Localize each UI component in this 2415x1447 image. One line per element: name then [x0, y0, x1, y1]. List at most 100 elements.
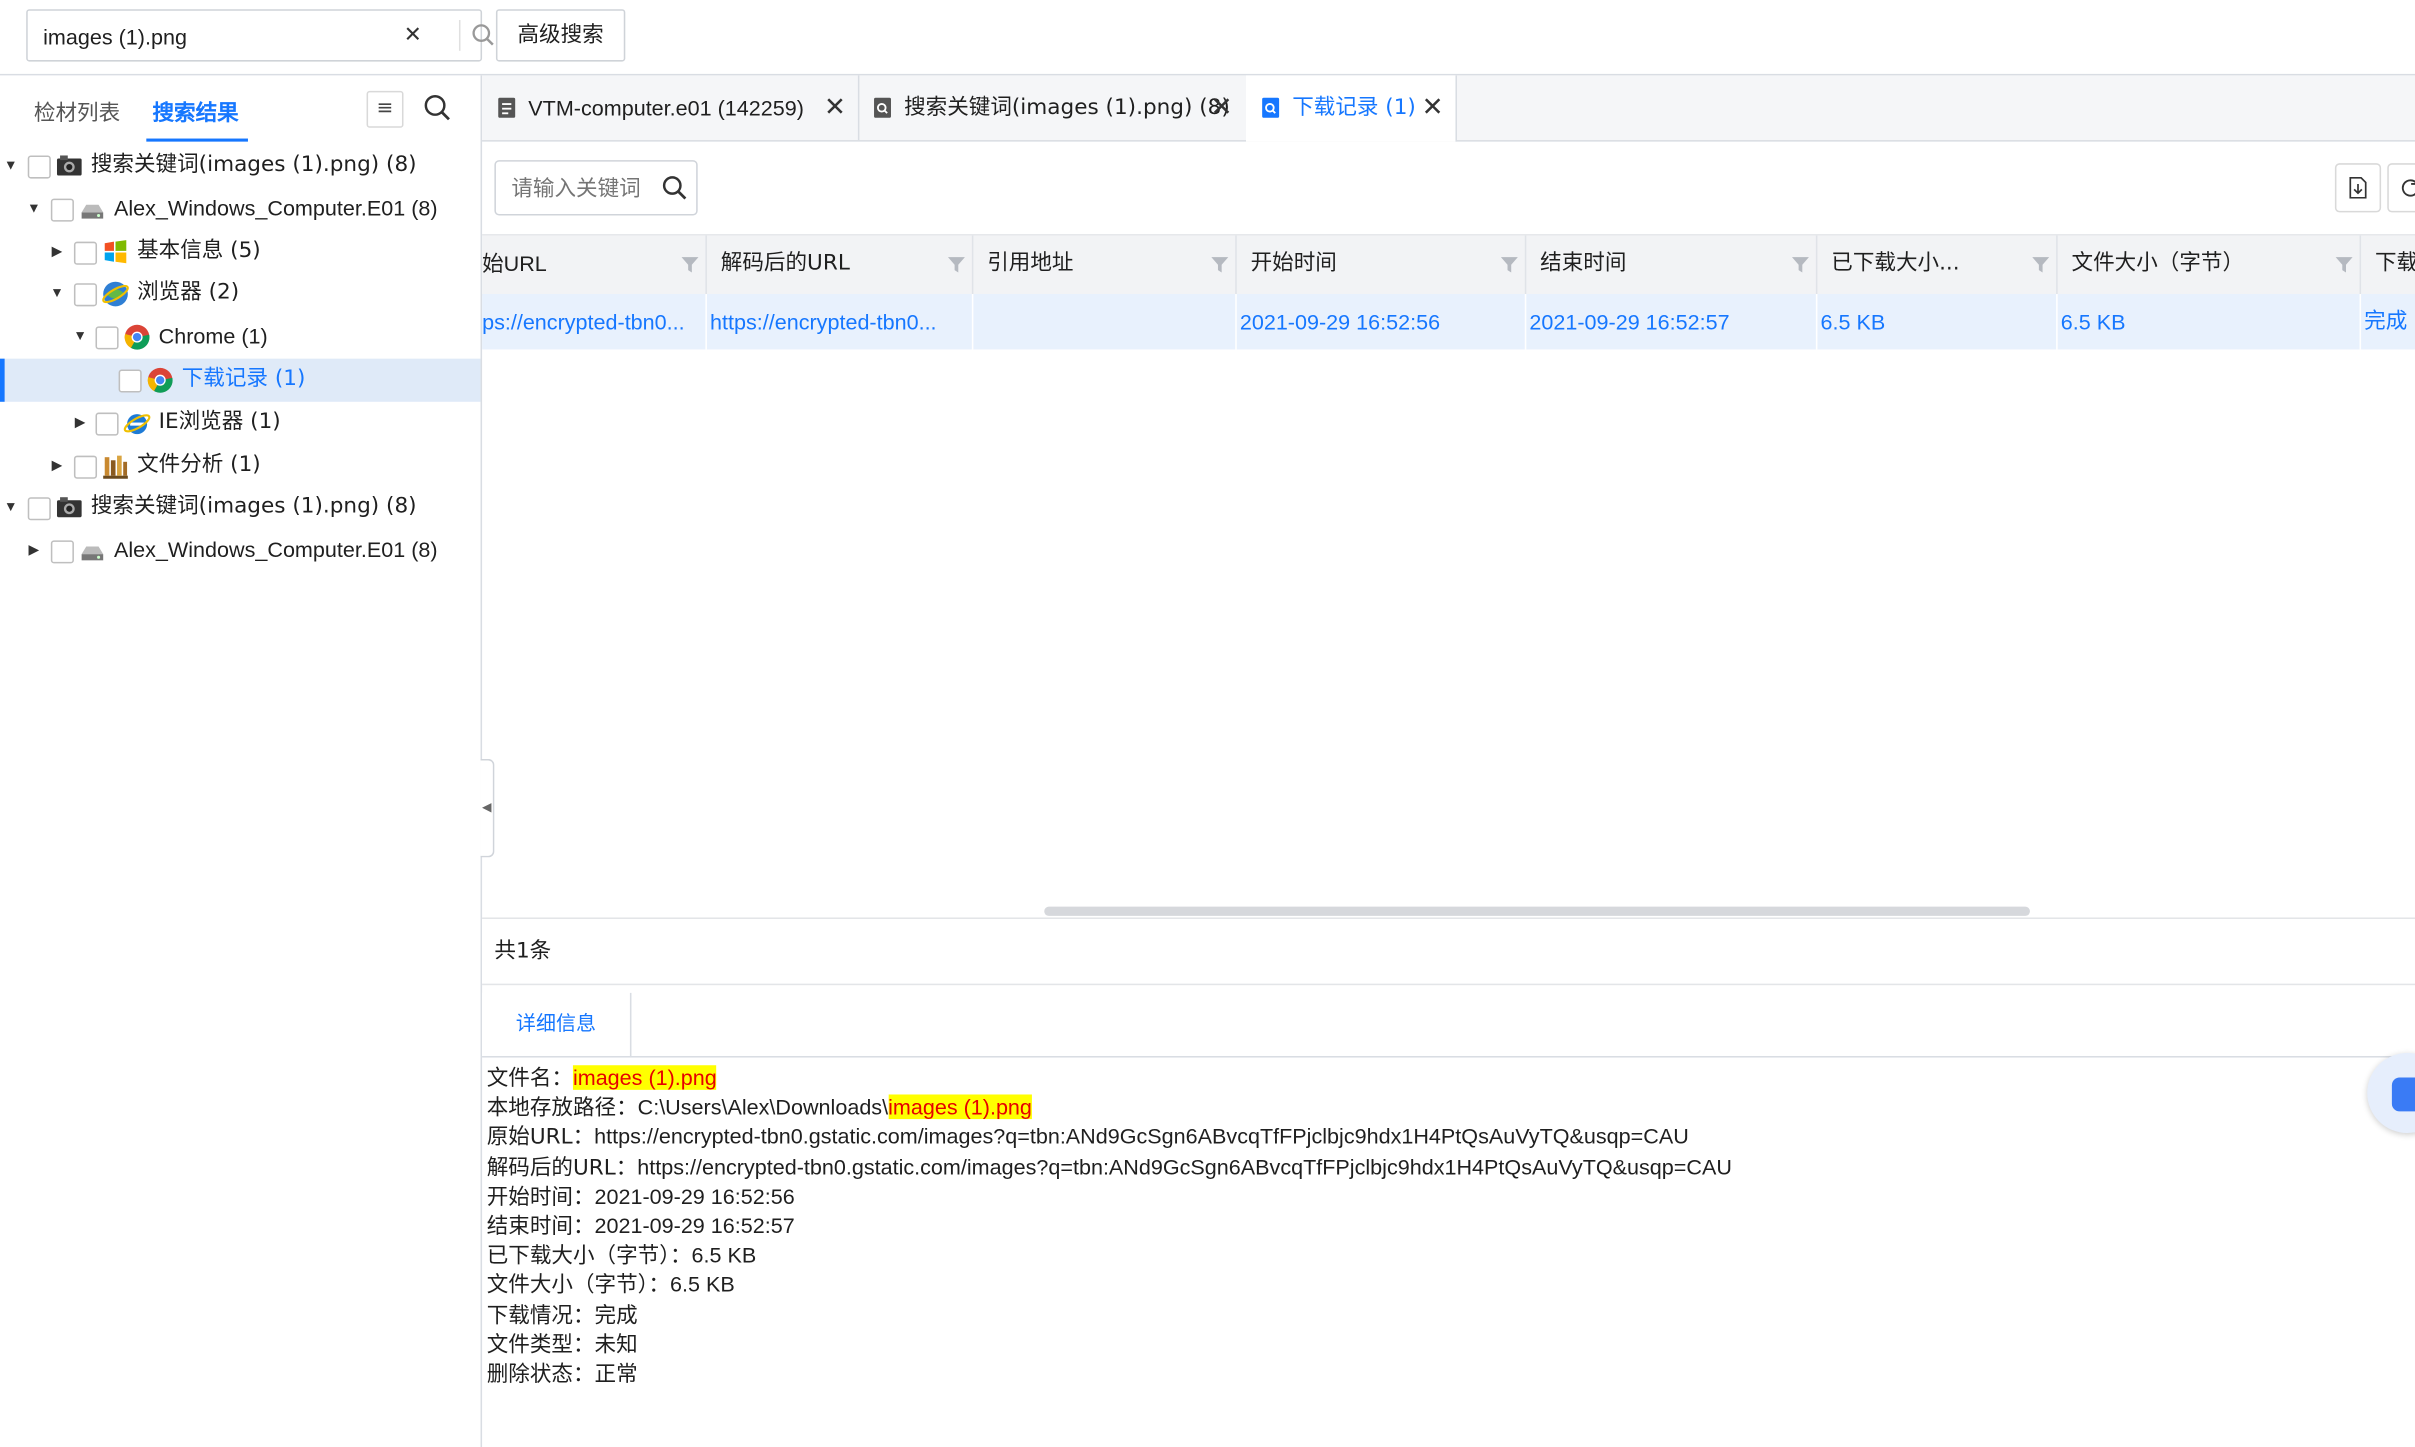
- caret-down-icon[interactable]: ▼: [2, 145, 20, 188]
- tab-search-keyword[interactable]: 搜索关键词(images (1).png) (8) ✕: [858, 75, 1248, 141]
- caret-down-icon[interactable]: ▼: [2, 487, 20, 530]
- search-doc-icon: [1262, 97, 1280, 118]
- column-header[interactable]: 开始时间: [1235, 235, 1527, 295]
- caret-down-icon[interactable]: ▼: [48, 273, 66, 316]
- tab-details[interactable]: 详细信息: [482, 992, 632, 1057]
- caret-right-icon[interactable]: ▶: [71, 401, 89, 444]
- tree-node[interactable]: ▶ 文件分析 (1): [0, 444, 481, 487]
- search-icon[interactable]: [468, 20, 499, 51]
- filter-icon[interactable]: [1500, 256, 1518, 274]
- cell-text: 2021-09-29 16:52:56: [1239, 309, 1441, 335]
- close-icon[interactable]: ✕: [1211, 75, 1233, 140]
- tree-node-selected[interactable]: 下载记录 (1): [0, 358, 481, 402]
- tab-label: 下载记录 (1): [1292, 95, 1416, 121]
- detail-key: 本地存放路径：: [486, 1096, 638, 1121]
- floating-assistant-button[interactable]: [2367, 1052, 2415, 1133]
- global-search-input[interactable]: [40, 18, 386, 56]
- camera-icon: [56, 155, 82, 176]
- column-header[interactable]: 文件大小（字节）: [2056, 235, 2362, 295]
- tree-checkbox[interactable]: [95, 412, 119, 436]
- detail-key: 解码后的URL：: [486, 1155, 638, 1181]
- horizontal-scrollbar[interactable]: [1044, 906, 2030, 916]
- refresh-button[interactable]: [2387, 163, 2415, 213]
- export-button[interactable]: [2334, 163, 2382, 213]
- tree-node[interactable]: ▼ 搜索关键词(images (1).png) (8): [0, 487, 481, 530]
- advanced-search-button[interactable]: 高级搜索: [495, 9, 626, 62]
- chrome-icon: [147, 367, 173, 393]
- detail-key: 已下载大小（字节）：: [486, 1243, 692, 1269]
- tab-vtm-computer[interactable]: VTM-computer.e01 (142259) ✕: [482, 75, 860, 141]
- filter-icon[interactable]: [947, 256, 965, 274]
- detail-value: 6.5 KB: [669, 1271, 735, 1297]
- document-tabs: VTM-computer.e01 (142259) ✕ 搜索关键词(images…: [482, 75, 2415, 142]
- keyword-input[interactable]: [508, 172, 661, 207]
- table-cell[interactable]: 完成: [2360, 294, 2415, 349]
- tree-node[interactable]: ▼ Chrome (1): [0, 316, 481, 359]
- column-header[interactable]: 结束时间: [1525, 235, 1818, 295]
- tab-evidence-list[interactable]: 检材列表: [34, 97, 120, 128]
- filter-icon[interactable]: [2335, 256, 2353, 274]
- tree-checkbox[interactable]: [118, 369, 142, 393]
- table-row[interactable]: ps://encrypted-tbn0... https://encrypted…: [482, 294, 2415, 350]
- close-icon[interactable]: ✕: [1422, 75, 1444, 140]
- search-doc-icon: [874, 97, 891, 118]
- caret-right-icon[interactable]: ▶: [25, 530, 43, 573]
- filter-icon[interactable]: [2031, 256, 2050, 274]
- column-header[interactable]: 解码后的URL: [705, 235, 974, 295]
- menu-icon[interactable]: ≡: [366, 90, 404, 128]
- tree-label: IE浏览器 (1): [158, 409, 281, 434]
- keyword-search-box: [494, 160, 698, 216]
- filter-icon[interactable]: [1791, 256, 1809, 274]
- tree-checkbox[interactable]: [27, 497, 51, 521]
- search-icon[interactable]: [661, 174, 689, 202]
- collapse-panel-handle[interactable]: ◀: [480, 758, 495, 858]
- tree-checkbox[interactable]: [50, 540, 74, 564]
- tree-checkbox[interactable]: [73, 455, 98, 479]
- table-cell[interactable]: 6.5 KB: [1816, 294, 2058, 350]
- tree-node[interactable]: ▼ 搜索关键词(images (1).png) (8): [0, 145, 481, 188]
- tab-download-records[interactable]: 下载记录 (1) ✕: [1245, 75, 1458, 142]
- clear-search-icon[interactable]: ✕: [397, 20, 428, 51]
- export-file-icon: [2349, 177, 2367, 199]
- filter-icon[interactable]: [1211, 256, 1229, 274]
- left-panel: 检材列表 搜索结果 ≡ ▼ 搜索关键词(images (1).png) (8) …: [0, 75, 483, 1447]
- tree-node[interactable]: ▶ Alex_Windows_Computer.E01 (8): [0, 530, 481, 573]
- table-cell[interactable]: 6.5 KB: [2056, 294, 2362, 350]
- tree-node[interactable]: ▼ Alex_Windows_Computer.E01 (8): [0, 187, 481, 230]
- tree-node[interactable]: ▶ 基本信息 (5): [0, 230, 481, 273]
- table-cell[interactable]: ps://encrypted-tbn0...: [482, 294, 707, 350]
- windows-icon: [104, 239, 127, 263]
- column-header[interactable]: 始URL: [482, 235, 707, 295]
- filter-icon[interactable]: [681, 256, 699, 274]
- search-icon[interactable]: [422, 92, 453, 123]
- table-cell[interactable]: 2021-09-29 16:52:56: [1235, 294, 1527, 350]
- tab-search-results[interactable]: 搜索结果: [152, 97, 238, 128]
- tree-checkbox[interactable]: [73, 283, 98, 307]
- tree-checkbox[interactable]: [50, 198, 74, 222]
- column-header[interactable]: 下载: [2360, 236, 2415, 294]
- detail-info: 文件名：images (1).png 本地存放路径：C:\Users\Alex\…: [487, 1064, 2335, 1389]
- caret-right-icon[interactable]: ▶: [48, 444, 66, 487]
- detail-line: 文件大小（字节）：6.5 KB: [487, 1270, 2335, 1300]
- caret-right-icon[interactable]: ▶: [48, 230, 66, 273]
- tree-node[interactable]: ▼ 浏览器 (2): [0, 273, 481, 316]
- disk-icon: [81, 204, 104, 219]
- detail-value: 2021-09-29 16:52:57: [594, 1212, 795, 1238]
- caret-down-icon[interactable]: ▼: [25, 187, 43, 230]
- table-cell[interactable]: 2021-09-29 16:52:57: [1525, 294, 1818, 350]
- column-title: 文件大小（字节）: [2071, 250, 2245, 276]
- tree-checkbox[interactable]: [27, 155, 51, 179]
- tree-label: 基本信息 (5): [137, 237, 261, 263]
- column-header[interactable]: 引用地址: [972, 235, 1237, 295]
- tree-checkbox[interactable]: [73, 241, 98, 265]
- column-header[interactable]: 已下载大小...: [1816, 235, 2058, 295]
- table-cell[interactable]: https://encrypted-tbn0...: [705, 294, 974, 350]
- caret-down-icon[interactable]: ▼: [71, 316, 89, 359]
- table-cell[interactable]: [972, 294, 1237, 350]
- tree-node[interactable]: ▶ IE浏览器 (1): [0, 401, 481, 444]
- camera-icon: [56, 497, 82, 518]
- close-icon[interactable]: ✕: [824, 75, 846, 140]
- tree-checkbox[interactable]: [95, 326, 119, 350]
- column-title: 下载: [2374, 250, 2415, 276]
- detail-tabs: 详细信息: [482, 992, 2415, 1058]
